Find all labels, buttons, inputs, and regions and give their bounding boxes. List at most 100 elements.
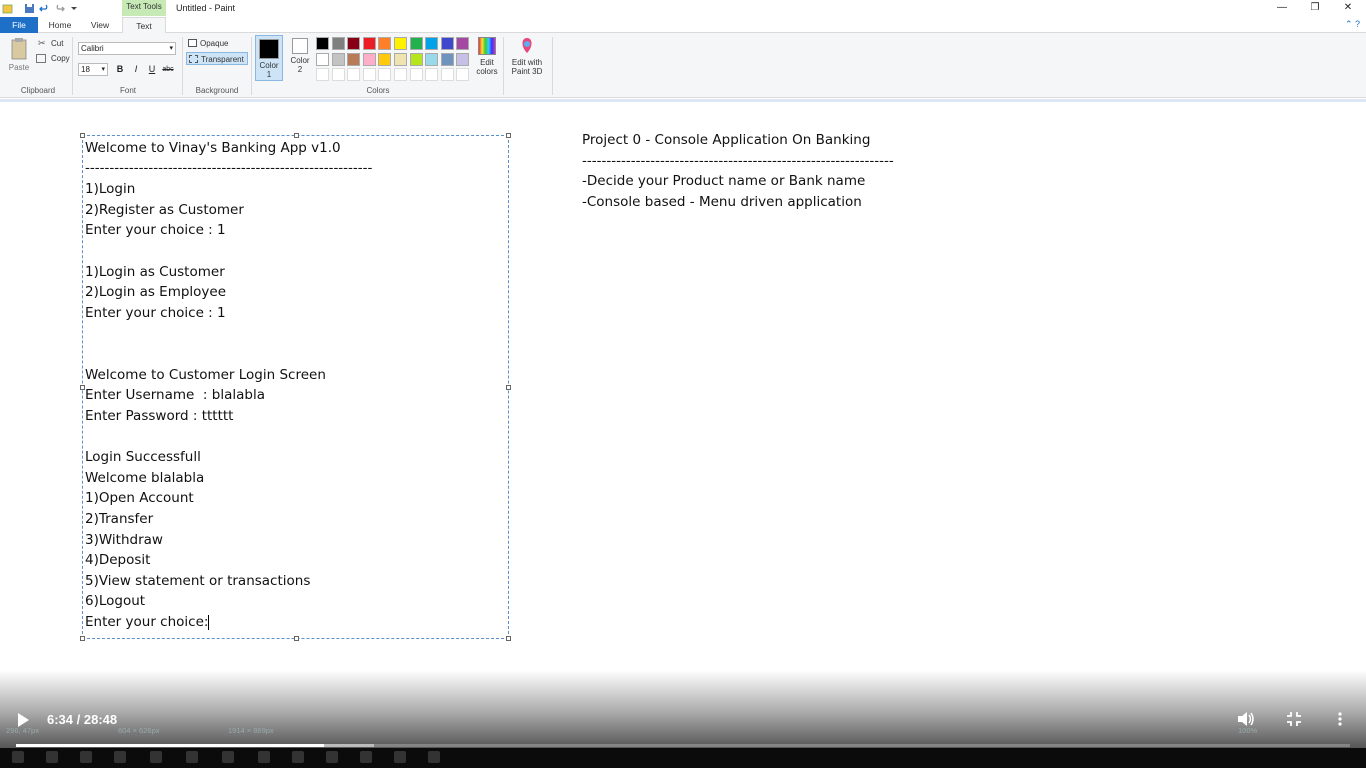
tab-text[interactable]: Text xyxy=(122,17,166,33)
font-size-dropdown[interactable]: 18 ▾ xyxy=(78,63,108,76)
color-swatch[interactable] xyxy=(409,68,423,81)
canvas-text-line: 4)Deposit xyxy=(85,552,151,568)
search-icon[interactable] xyxy=(46,751,58,763)
resize-handle[interactable] xyxy=(294,636,299,641)
help-icon[interactable]: ⌃ ? xyxy=(1345,19,1360,30)
group-divider xyxy=(182,37,183,95)
color-swatch[interactable] xyxy=(378,52,392,66)
color2-button[interactable]: Color 2 xyxy=(286,35,314,81)
tab-home[interactable]: Home xyxy=(44,17,76,33)
color-swatch[interactable] xyxy=(362,52,376,66)
transparent-label: Transparent xyxy=(201,55,244,64)
taskbar-app-icon[interactable] xyxy=(114,751,126,763)
copy-button[interactable]: Copy xyxy=(36,53,72,65)
color-swatch[interactable] xyxy=(316,52,329,66)
taskbar-app-icon[interactable] xyxy=(150,751,162,763)
color-swatch[interactable] xyxy=(409,37,423,50)
color-swatch[interactable] xyxy=(440,37,454,50)
taskbar-app-icon[interactable] xyxy=(360,751,372,763)
color-swatch[interactable] xyxy=(440,52,454,66)
task-view-icon[interactable] xyxy=(80,751,92,763)
color-swatch[interactable] xyxy=(378,37,392,50)
color-swatch[interactable] xyxy=(394,52,407,66)
resize-handle[interactable] xyxy=(506,133,511,138)
color-swatch[interactable] xyxy=(362,68,376,81)
volume-button[interactable] xyxy=(1237,711,1255,730)
taskbar-app-icon[interactable] xyxy=(292,751,304,763)
font-group-label: Font xyxy=(119,86,136,95)
group-divider xyxy=(503,37,504,95)
color-swatch[interactable] xyxy=(425,37,439,50)
taskbar-app-icon[interactable] xyxy=(258,751,270,763)
cut-button[interactable]: ✂ Cut xyxy=(38,38,70,50)
color-swatch[interactable] xyxy=(347,52,361,66)
video-time: 6:34 / 28:48 xyxy=(47,712,118,727)
taskbar-app-icon[interactable] xyxy=(428,751,440,763)
color-swatch[interactable] xyxy=(425,52,439,66)
strikethrough-button[interactable]: abc xyxy=(161,63,175,76)
color-swatch[interactable] xyxy=(316,68,329,81)
color-swatch[interactable] xyxy=(316,37,329,50)
edit-colors-button[interactable]: Edit colors xyxy=(474,37,500,76)
color-swatch[interactable] xyxy=(409,52,423,66)
edit-with-paint3d-button[interactable]: Edit with Paint 3D xyxy=(507,37,547,76)
play-button[interactable] xyxy=(16,712,32,728)
exit-fullscreen-button[interactable] xyxy=(1286,711,1302,730)
color1-button[interactable]: Color 1 xyxy=(255,35,283,81)
transparent-icon xyxy=(189,55,198,63)
color-swatch[interactable] xyxy=(331,68,345,81)
underline-button[interactable]: U xyxy=(145,63,159,76)
color-swatch[interactable] xyxy=(394,37,407,50)
canvas-text-line: 1)Login as Customer xyxy=(85,264,225,280)
resize-handle[interactable] xyxy=(506,385,511,390)
canvas-text-line-last[interactable]: Enter your choice: xyxy=(85,612,210,632)
tab-file[interactable]: File xyxy=(0,17,38,33)
canvas-text-line: -Decide your Product name or Bank name xyxy=(582,173,866,189)
font-family-dropdown[interactable]: Calibri ▾ xyxy=(78,42,176,55)
color2-label: Color 2 xyxy=(290,56,310,74)
edit-colors-icon xyxy=(478,37,496,55)
taskbar-app-icon[interactable] xyxy=(222,751,234,763)
video-progress-fill xyxy=(16,744,325,747)
minimize-button[interactable]: — xyxy=(1267,1,1297,15)
color-swatch[interactable] xyxy=(456,68,470,81)
resize-handle[interactable] xyxy=(80,636,85,641)
canvas-text-line: 6)Logout xyxy=(85,593,146,609)
opaque-button[interactable]: Opaque xyxy=(186,37,248,50)
paint3d-icon xyxy=(520,37,534,55)
canvas-text-line: ----------------------------------------… xyxy=(582,153,894,169)
color-swatch[interactable] xyxy=(362,37,376,50)
tab-view[interactable]: View xyxy=(84,17,116,33)
start-icon[interactable] xyxy=(12,751,24,763)
color-swatch[interactable] xyxy=(456,37,470,50)
close-button[interactable]: ✕ xyxy=(1333,1,1363,15)
transparent-button[interactable]: Transparent xyxy=(186,52,248,65)
color-swatch[interactable] xyxy=(347,68,361,81)
color-swatch[interactable] xyxy=(347,37,361,50)
canvas-text-line: Enter Password : tttttt xyxy=(85,408,234,424)
maximize-button[interactable]: ❐ xyxy=(1300,1,1330,15)
color-swatch[interactable] xyxy=(425,68,439,81)
taskbar-app-icon[interactable] xyxy=(394,751,406,763)
canvas-text-line: Login Successfull xyxy=(85,449,201,465)
redo-icon[interactable] xyxy=(54,3,65,14)
copy-label: Copy xyxy=(51,54,70,63)
paste-button[interactable]: Paste xyxy=(6,37,32,77)
bold-button[interactable]: B xyxy=(113,63,127,76)
color-swatch[interactable] xyxy=(331,52,345,66)
taskbar-app-icon[interactable] xyxy=(186,751,198,763)
italic-button[interactable]: I xyxy=(129,63,143,76)
color-swatch[interactable] xyxy=(394,68,407,81)
customize-qat-icon[interactable] xyxy=(69,3,80,14)
color-swatch[interactable] xyxy=(440,68,454,81)
resize-handle[interactable] xyxy=(506,636,511,641)
video-progress-bar[interactable] xyxy=(16,744,1350,747)
canvas-text-line: -Console based - Menu driven application xyxy=(582,194,862,210)
save-icon[interactable] xyxy=(24,3,35,14)
color-swatch[interactable] xyxy=(456,52,470,66)
color-swatch[interactable] xyxy=(331,37,345,50)
taskbar-app-icon[interactable] xyxy=(326,751,338,763)
color-swatch[interactable] xyxy=(378,68,392,81)
undo-icon[interactable] xyxy=(39,3,50,14)
more-options-button[interactable] xyxy=(1336,711,1344,730)
